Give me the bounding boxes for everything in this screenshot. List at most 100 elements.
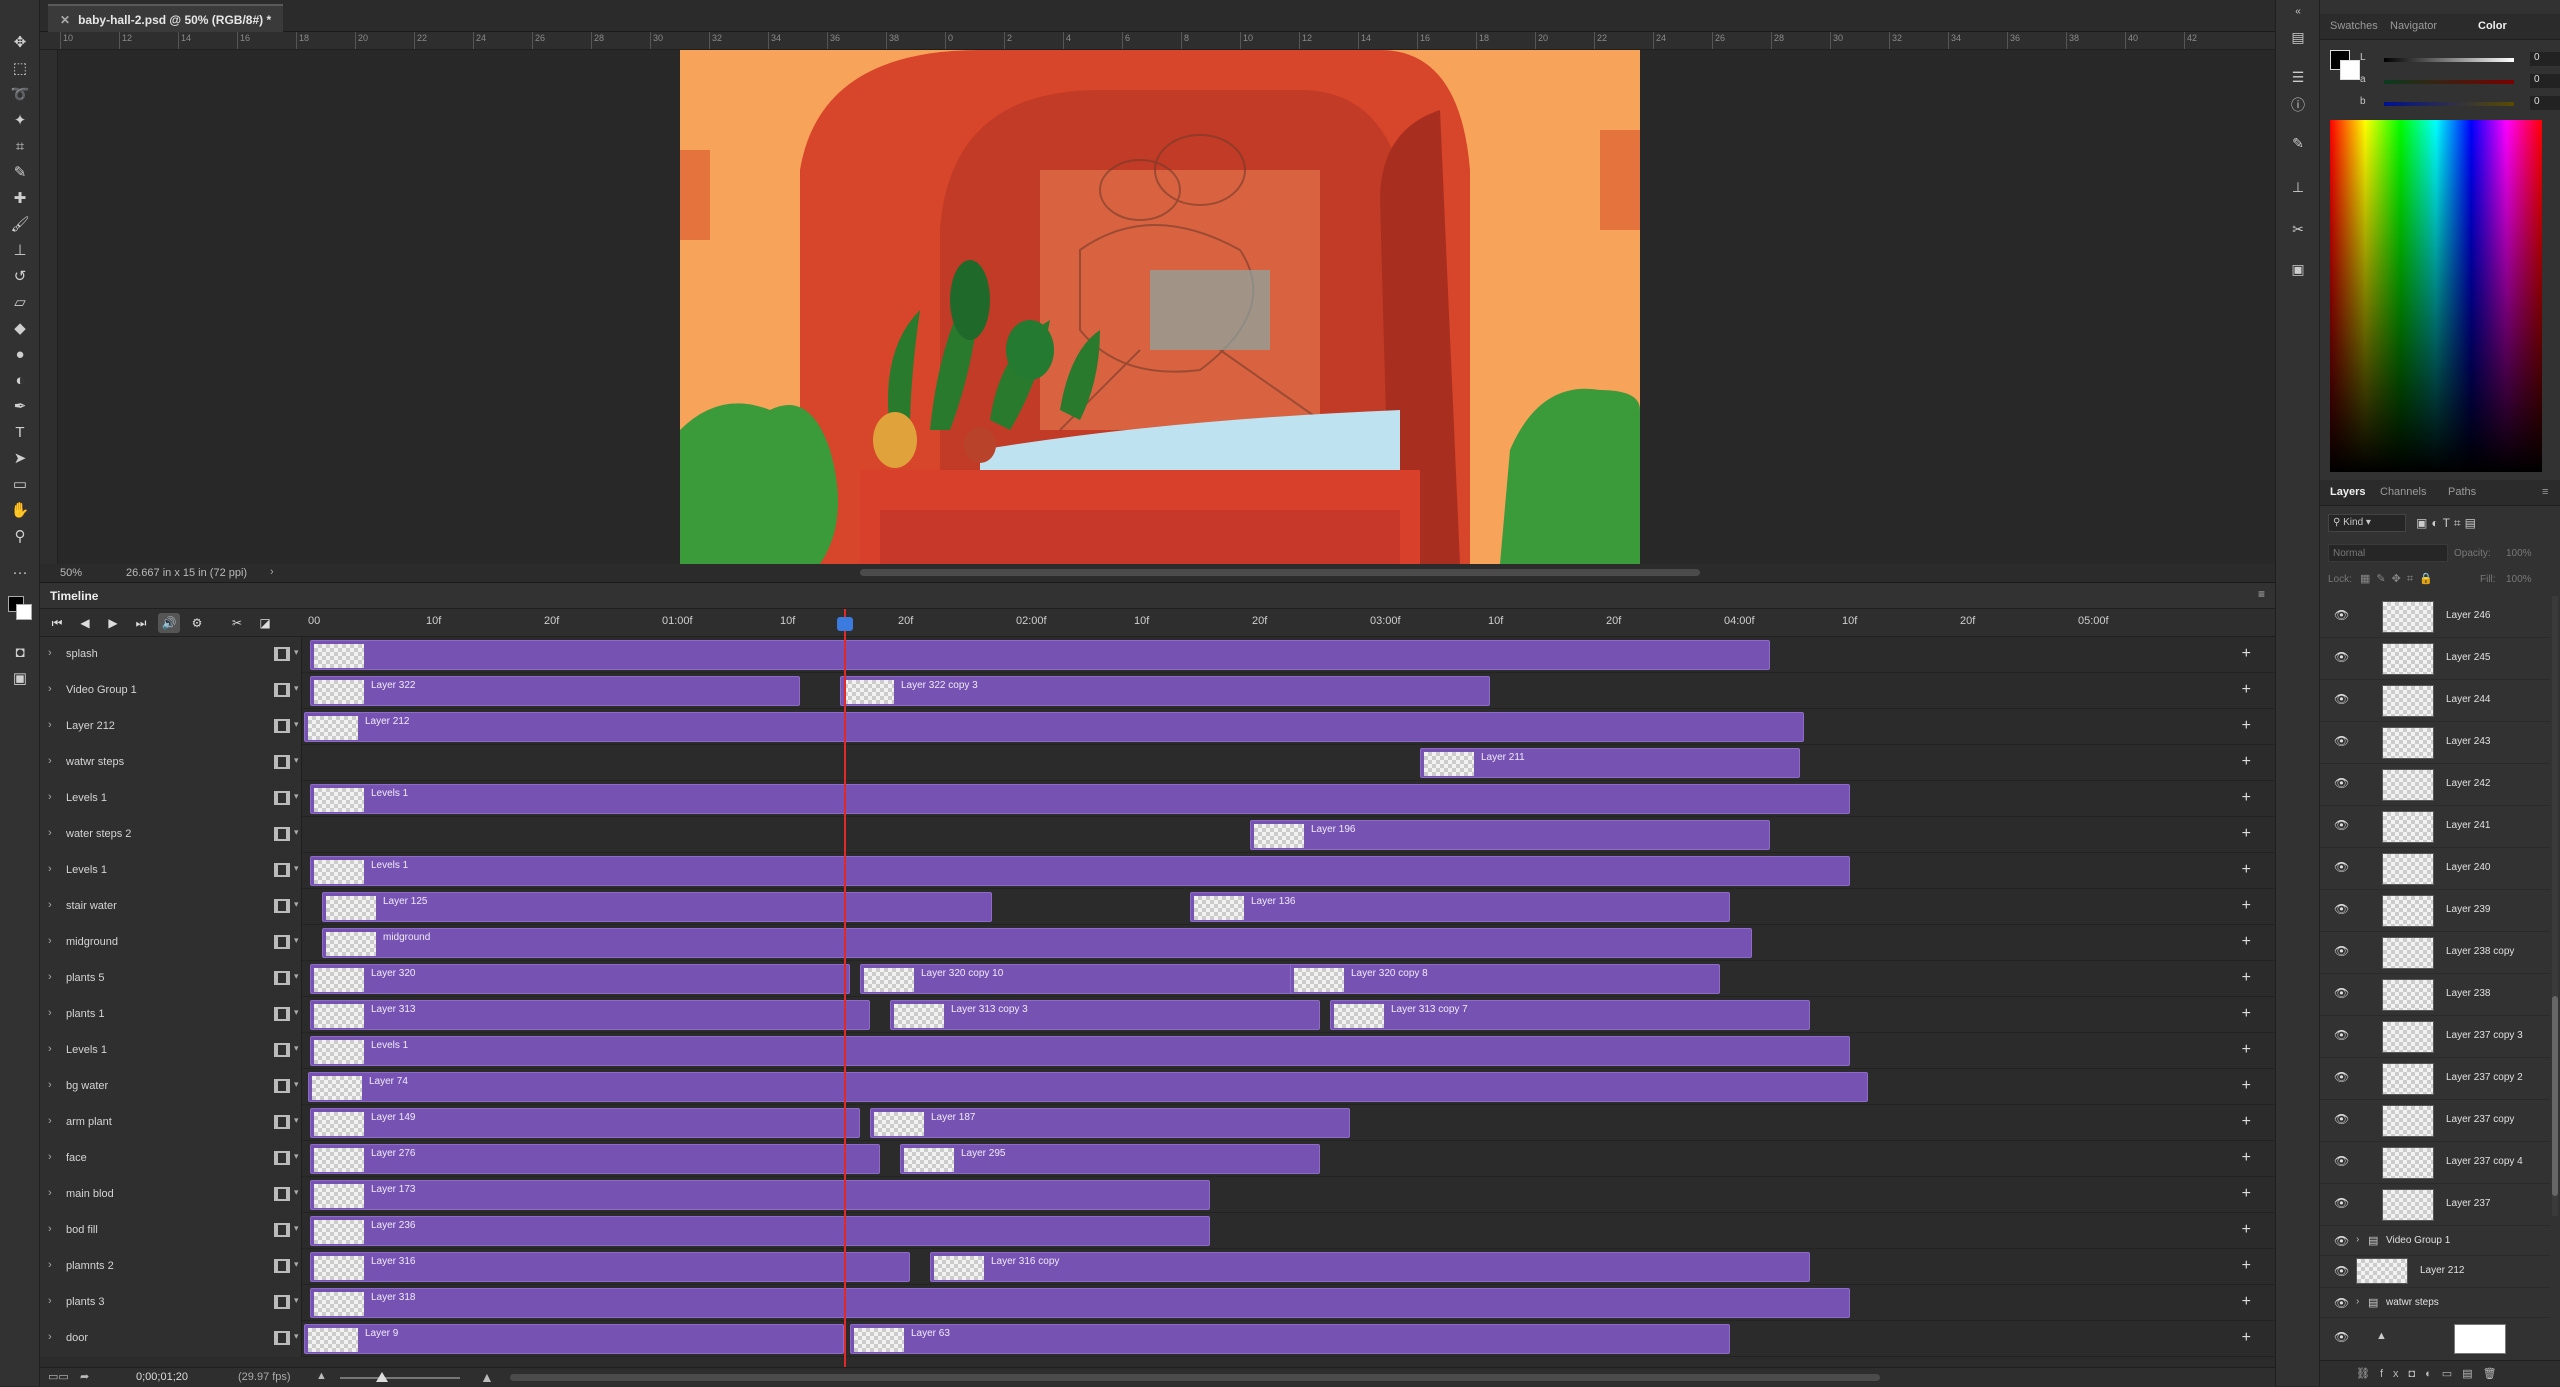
track-header[interactable]: › plants 1 ▾	[40, 997, 302, 1033]
film-strip-icon[interactable]	[274, 683, 290, 697]
timeline-clip[interactable]: Layer 236	[310, 1216, 1210, 1246]
chevron-right-icon[interactable]: ›	[48, 1223, 52, 1235]
track-row[interactable]: › Levels 1 ▾ + Levels 1	[40, 781, 2275, 817]
chevron-right-icon[interactable]: ›	[48, 1115, 52, 1127]
timeline-clip[interactable]: Layer 187	[870, 1108, 1350, 1138]
layer-row[interactable]: 👁 Layer 238 copy	[2320, 932, 2550, 974]
visibility-eye-icon[interactable]: 👁	[2334, 1296, 2349, 1310]
document-tab[interactable]: ✕ baby-hall-2.psd @ 50% (RGB/8#) *	[48, 4, 284, 32]
chevron-down-icon[interactable]: ▾	[294, 1043, 299, 1054]
timeline-clip[interactable]: Layer 322	[310, 676, 800, 706]
visibility-eye-icon[interactable]: 👁	[2334, 1196, 2349, 1210]
layer-row[interactable]: 👁 Layer 239	[2320, 890, 2550, 932]
visibility-eye-icon[interactable]: 👁	[2334, 1264, 2349, 1278]
settings-gear-icon[interactable]: ⚙	[186, 613, 208, 633]
info-icon[interactable]: ⓘ	[2286, 94, 2310, 116]
track-row[interactable]: › plants 1 ▾ + Layer 313 Layer 313 copy 3 Laye…	[40, 997, 2275, 1033]
collapse-icon[interactable]: «	[2286, 0, 2310, 22]
background-color-swatch[interactable]	[16, 604, 32, 620]
timeline-clip[interactable]: Layer 149	[310, 1108, 860, 1138]
timeline-clip[interactable]: Layer 74	[308, 1072, 1868, 1102]
track-row[interactable]: › face ▾ + Layer 276 Layer 295	[40, 1141, 2275, 1177]
timeline-clip[interactable]: Layer 316 copy	[930, 1252, 1810, 1282]
timeline-clip[interactable]: Layer 63	[850, 1324, 1730, 1354]
visibility-eye-icon[interactable]: 👁	[2334, 986, 2349, 1000]
add-media-icon[interactable]: +	[2242, 1149, 2251, 1167]
visibility-eye-icon[interactable]: 👁	[2334, 1070, 2349, 1084]
chevron-down-icon[interactable]: ▾	[294, 971, 299, 982]
visibility-eye-icon[interactable]: 👁	[2334, 1330, 2349, 1344]
magic-wand-icon[interactable]: ✦	[6, 108, 34, 132]
chevron-down-icon[interactable]: ▾	[294, 1331, 299, 1342]
track-row[interactable]: › door ▾ + Layer 9 Layer 63	[40, 1321, 2275, 1357]
visibility-eye-icon[interactable]: 👁	[2334, 1112, 2349, 1126]
layers-footer-icons[interactable]: ⛓fx◘◐▭▤🗑	[2320, 1360, 2560, 1386]
film-strip-icon[interactable]	[274, 1115, 290, 1129]
chevron-right-icon[interactable]: ›	[2356, 1234, 2359, 1245]
chevron-down-icon[interactable]: ▾	[294, 1151, 299, 1162]
track-row[interactable]: › Levels 1 ▾ + Levels 1	[40, 853, 2275, 889]
track-header[interactable]: › plants 5 ▾	[40, 961, 302, 997]
timeline-clip[interactable]: Levels 1	[310, 856, 1850, 886]
add-media-icon[interactable]: +	[2242, 645, 2251, 663]
screen-mode-icon[interactable]: ▣	[6, 666, 34, 690]
render-icon[interactable]: ➦	[80, 1370, 89, 1383]
track-row[interactable]: › plants 5 ▾ + Layer 320 Layer 320 copy 10 Lay…	[40, 961, 2275, 997]
chevron-right-icon[interactable]: ›	[48, 647, 52, 659]
visibility-eye-icon[interactable]: 👁	[2334, 776, 2349, 790]
timeline-title[interactable]: Timeline	[50, 589, 98, 603]
adjustments-icon[interactable]: ☰	[2286, 66, 2310, 88]
track-header[interactable]: › water steps 2 ▾	[40, 817, 302, 853]
track-header[interactable]: › bod fill ▾	[40, 1213, 302, 1249]
timeline-clip[interactable]: Layer 173	[310, 1180, 1210, 1210]
film-strip-icon[interactable]	[274, 863, 290, 877]
timeline-clip[interactable]: Layer 9	[304, 1324, 844, 1354]
blend-mode-dropdown[interactable]: Normal	[2328, 544, 2448, 562]
add-media-icon[interactable]: +	[2242, 1329, 2251, 1347]
track-header[interactable]: › Levels 1 ▾	[40, 781, 302, 817]
chevron-right-icon[interactable]: ›	[48, 791, 52, 803]
chevron-right-icon[interactable]: ›	[48, 719, 52, 731]
document-canvas[interactable]	[680, 50, 1640, 564]
color-spectrum[interactable]	[2330, 120, 2542, 472]
marquee-icon[interactable]: ⬚	[6, 56, 34, 80]
filter-kind-dropdown[interactable]: ⚲ Kind ▾	[2328, 514, 2406, 532]
film-strip-icon[interactable]	[274, 791, 290, 805]
film-strip-icon[interactable]	[274, 1259, 290, 1273]
chevron-right-icon[interactable]: ›	[48, 935, 52, 947]
track-row[interactable]: › Layer 212 ▾ + Layer 212	[40, 709, 2275, 745]
film-strip-icon[interactable]	[274, 899, 290, 913]
film-strip-icon[interactable]	[274, 935, 290, 949]
track-header[interactable]: › stair water ▾	[40, 889, 302, 925]
layer-group-row[interactable]: 👁 › ▤ Video Group 1	[2320, 1226, 2550, 1256]
layer-row[interactable]: 👁 Layer 246	[2320, 596, 2550, 638]
add-media-icon[interactable]: +	[2242, 681, 2251, 699]
dodge-icon[interactable]: ◐	[6, 368, 34, 392]
chevron-down-icon[interactable]: ▾	[294, 1295, 299, 1306]
film-strip-icon[interactable]	[274, 1043, 290, 1057]
track-header[interactable]: › Levels 1 ▾	[40, 1033, 302, 1069]
close-icon[interactable]: ✕	[60, 13, 70, 27]
track-row[interactable]: › midground ▾ + midground	[40, 925, 2275, 961]
eraser-icon[interactable]: ▱	[6, 290, 34, 314]
playhead-handle[interactable]	[837, 617, 853, 631]
track-row[interactable]: › watwr steps ▾ + Layer 211	[40, 745, 2275, 781]
add-media-icon[interactable]: +	[2242, 717, 2251, 735]
film-strip-icon[interactable]	[274, 1223, 290, 1237]
chevron-down-icon[interactable]: ▾	[294, 1007, 299, 1018]
timeline-clip[interactable]: Layer 316	[310, 1252, 910, 1282]
chevron-right-icon[interactable]: ›	[48, 1259, 52, 1271]
track-header[interactable]: › face ▾	[40, 1141, 302, 1177]
track-header[interactable]: › arm plant ▾	[40, 1105, 302, 1141]
add-media-icon[interactable]: +	[2242, 969, 2251, 987]
history-icon[interactable]: ▤	[2286, 26, 2310, 48]
chevron-right-icon[interactable]: ›	[48, 1151, 52, 1163]
tab-navigator[interactable]: Navigator	[2390, 20, 2437, 32]
layer-row[interactable]: 👁 Layer 244	[2320, 680, 2550, 722]
chevron-right-icon[interactable]: ›	[48, 1007, 52, 1019]
filter-type-icons[interactable]: ▣◐T⌗▤	[2416, 516, 2480, 531]
visibility-eye-icon[interactable]: 👁	[2334, 1234, 2349, 1248]
film-strip-icon[interactable]	[274, 719, 290, 733]
transition-icon[interactable]: ◪	[254, 613, 276, 633]
quick-mask-icon[interactable]: ◘	[6, 640, 34, 664]
